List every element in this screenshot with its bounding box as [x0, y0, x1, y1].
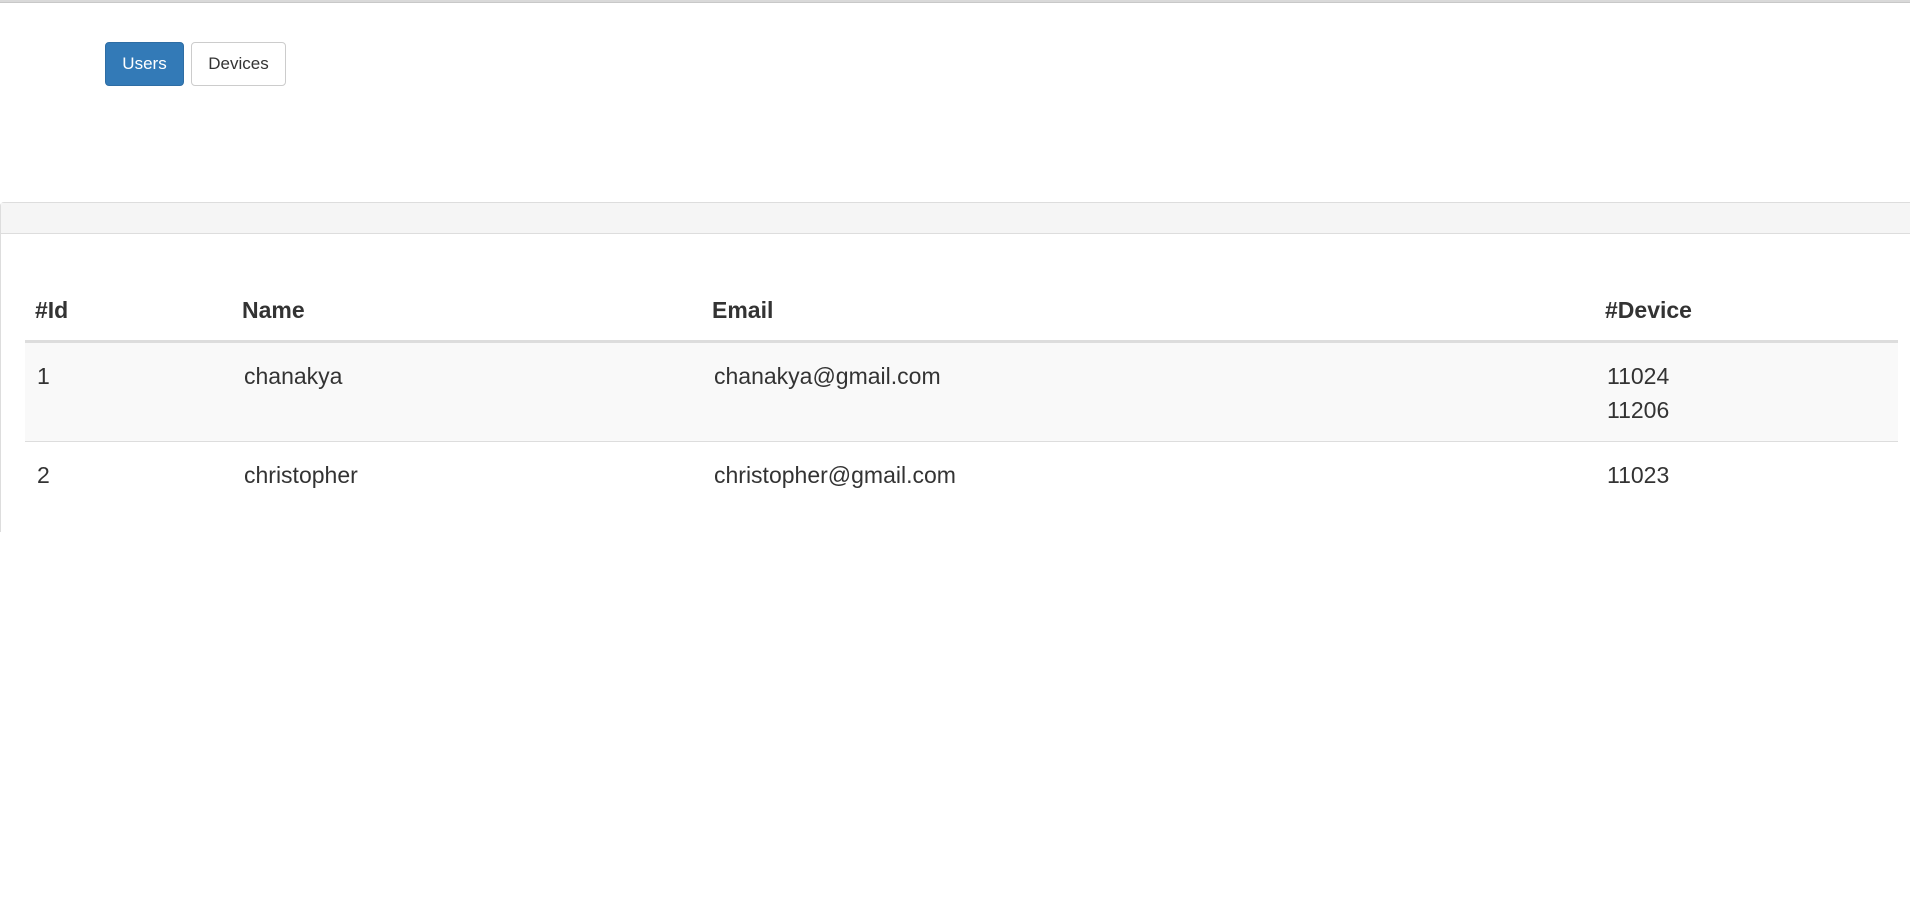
header-id: #Id [25, 256, 232, 343]
cell-email: christopher@gmail.com [702, 441, 1595, 506]
device-id: 11023 [1607, 462, 1670, 488]
top-rule [0, 0, 1910, 3]
cell-name: chanakya [232, 341, 702, 442]
view-toggle: Users Devices [105, 42, 286, 86]
device-id: 11206 [1607, 397, 1670, 423]
header-email: Email [702, 256, 1595, 343]
cell-id: 1 [25, 341, 232, 442]
panel-heading [1, 203, 1910, 234]
table-row: 1 chanakya chanakya@gmail.com 11024 1120… [25, 341, 1898, 442]
users-panel: #Id Name Email #Device 1 chanakya chanak… [0, 101, 1910, 532]
devices-button[interactable]: Devices [191, 42, 286, 86]
cell-devices: 11024 11206 [1595, 341, 1898, 442]
cell-email: chanakya@gmail.com [702, 341, 1595, 442]
header-device: #Device [1595, 256, 1898, 343]
table-row: 2 christopher christopher@gmail.com 1102… [25, 441, 1898, 506]
device-id: 11024 [1607, 363, 1670, 389]
cell-name: christopher [232, 441, 702, 506]
header-name: Name [232, 256, 702, 343]
cell-devices: 11023 [1595, 441, 1898, 506]
table-header-row: #Id Name Email #Device [25, 256, 1898, 343]
users-button[interactable]: Users [105, 42, 184, 86]
users-table: #Id Name Email #Device 1 chanakya chanak… [25, 256, 1898, 506]
panel-body: #Id Name Email #Device 1 chanakya chanak… [0, 202, 1910, 532]
cell-id: 2 [25, 441, 232, 506]
